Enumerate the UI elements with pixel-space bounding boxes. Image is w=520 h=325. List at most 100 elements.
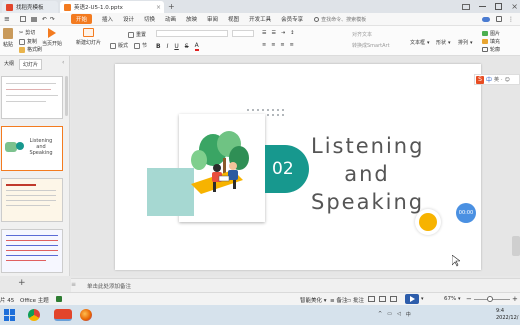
notes-toggle[interactable]: ≡ 备注 [330, 296, 347, 304]
menu-transition[interactable]: 切换 [144, 15, 155, 23]
ime-floating-bar[interactable]: S 中 英 · ☺ [474, 74, 520, 85]
format-painter-button[interactable]: 格式刷 [19, 46, 42, 53]
tab-pptx-file[interactable]: 英语2-U5-1.0.pptx × [60, 1, 164, 13]
textbox-button[interactable]: 文本框 ▾ [410, 39, 430, 47]
indent-icon[interactable]: ⇥ [281, 30, 285, 36]
ime-icon[interactable]: 中 [406, 311, 411, 318]
menu-developer[interactable]: 开发工具 [249, 15, 271, 23]
menu-slideshow[interactable]: 放映 [186, 15, 197, 23]
slideshow-dropdown-icon[interactable]: ▾ [421, 296, 424, 302]
vertical-scrollbar[interactable] [512, 236, 520, 256]
chevron-down-icon: ▾ [427, 39, 430, 46]
bold-icon[interactable]: B [156, 43, 161, 50]
cloud-icon[interactable] [482, 16, 490, 22]
new-slide-button[interactable]: 新建幻灯片 [76, 28, 101, 46]
layout-icon[interactable] [462, 3, 470, 10]
layout-button[interactable]: 版式 [110, 42, 128, 49]
italic-icon[interactable]: I [167, 43, 169, 50]
menu-view[interactable]: 视图 [228, 15, 239, 23]
align-text-button[interactable]: 对齐文本 [352, 31, 372, 38]
copy-button[interactable]: 复制 [19, 38, 37, 45]
normal-view-icon[interactable] [368, 296, 375, 302]
zoom-slider-thumb[interactable] [487, 296, 493, 302]
fill-button[interactable]: 填充 [482, 38, 500, 45]
notes-pane[interactable]: 单击此处添加备注 ≡ [71, 278, 520, 292]
clock-time: 9:4 [496, 308, 505, 314]
collapse-panel-icon[interactable]: ‹ [62, 59, 64, 66]
undo-icon[interactable]: ↶ [42, 16, 47, 23]
close-window-icon[interactable]: × [511, 2, 518, 11]
section-button[interactable]: 节 [134, 42, 147, 49]
more-icon[interactable]: ⋮ [508, 16, 514, 23]
network-icon[interactable]: ▭ [387, 311, 392, 318]
zoom-dropdown-icon[interactable]: ▾ [458, 296, 461, 302]
firefox-icon[interactable] [80, 309, 92, 321]
windows-start-icon[interactable] [4, 309, 16, 321]
zoom-level[interactable]: 67% [444, 296, 456, 302]
close-tab-icon[interactable]: × [156, 4, 161, 11]
panel-scrollbar[interactable] [65, 76, 68, 116]
hamburger-icon[interactable]: ≡ [4, 15, 10, 23]
save-icon[interactable] [19, 16, 26, 22]
theme-name: Office 主题 [20, 298, 49, 304]
new-tab-icon[interactable]: + [168, 2, 175, 11]
clock[interactable]: 9:4 2022/12/ [496, 308, 518, 322]
zoom-in-icon[interactable]: + [512, 295, 518, 303]
shape-button[interactable]: 形状 ▾ [436, 39, 451, 47]
redo-icon[interactable]: ↷ [50, 16, 55, 23]
maximize-icon[interactable] [495, 3, 503, 10]
wps-office-icon[interactable] [54, 309, 72, 321]
menu-review[interactable]: 审阅 [207, 15, 218, 23]
comments-toggle[interactable]: ▭ 批注 [346, 296, 364, 304]
zoom-out-icon[interactable]: − [466, 295, 472, 303]
slide-thumbnail-selected[interactable]: Listening and Speaking [1, 126, 63, 171]
menu-insert[interactable]: 插入 [102, 15, 113, 23]
slide-thumbnail[interactable] [1, 178, 63, 222]
from-current-button[interactable]: 当页开始 [42, 28, 62, 47]
line-spacing-icon[interactable]: ↕ [290, 30, 294, 36]
strike-icon[interactable]: S [185, 43, 189, 50]
sorter-view-icon[interactable] [379, 296, 386, 302]
tab-template-store[interactable]: 找稻壳模板 [2, 1, 58, 13]
arrange-button[interactable]: 排列 ▾ [458, 39, 473, 47]
image-button[interactable]: 图片 [482, 30, 500, 37]
minimize-icon[interactable] [479, 6, 487, 7]
convert-smartart-button[interactable]: 转换成SmartArt [352, 42, 390, 49]
align-right-icon[interactable]: ≡ [280, 42, 284, 48]
slide-thumbnail[interactable] [1, 76, 63, 119]
notes-scroll-icon[interactable]: ≡ [71, 281, 76, 288]
bullets-icon[interactable]: ☰ [262, 30, 266, 36]
justify-icon[interactable]: ≡ [290, 42, 294, 48]
menu-home[interactable]: 开始 [70, 14, 92, 24]
outline-button[interactable]: 轮廓 [482, 46, 500, 53]
align-left-icon[interactable]: ≡ [262, 42, 266, 48]
cut-button[interactable]: ✂ 剪切 [19, 29, 35, 37]
media-timer-badge[interactable]: 00:00 [456, 203, 476, 223]
share-icon[interactable] [496, 16, 502, 22]
chrome-icon[interactable] [28, 309, 40, 321]
tab-outline[interactable]: 大纲 [2, 59, 16, 70]
volume-icon[interactable]: ◁ [397, 311, 401, 318]
align-center-icon[interactable]: ≡ [271, 42, 275, 48]
shield-icon[interactable] [56, 296, 62, 302]
smart-beautify-button[interactable]: 智能美化 ▾ [300, 296, 327, 304]
tab-slides[interactable]: 幻灯片 [19, 59, 43, 70]
print-icon[interactable] [30, 16, 37, 22]
reset-button[interactable]: 重置 [128, 31, 146, 38]
slide-title[interactable]: Listening and Speaking [311, 132, 423, 216]
font-color-icon[interactable]: A [194, 42, 199, 51]
menu-animation[interactable]: 动画 [165, 15, 176, 23]
font-size-select[interactable] [232, 30, 254, 37]
reading-view-icon[interactable] [390, 296, 397, 302]
slide[interactable]: 02 Listening and Speaking 00:00 [115, 64, 481, 270]
menu-design[interactable]: 设计 [123, 15, 134, 23]
search-box[interactable]: 查找命令、搜索模板 [314, 16, 366, 23]
menu-member[interactable]: 会员专享 [281, 15, 303, 23]
font-name-select[interactable] [156, 30, 228, 37]
paste-button[interactable]: 粘贴 [3, 28, 13, 48]
slide-thumbnail[interactable] [1, 229, 63, 273]
numbering-icon[interactable]: ☰ [271, 30, 275, 36]
tray-up-icon[interactable]: ^ [378, 311, 382, 318]
add-slide-icon[interactable]: + [18, 278, 26, 288]
underline-icon[interactable]: U [174, 43, 178, 50]
